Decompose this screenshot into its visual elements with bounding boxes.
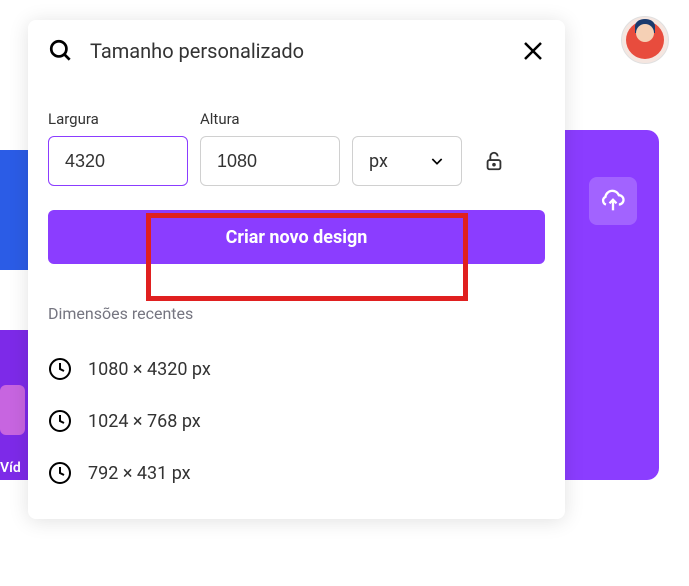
width-input[interactable] <box>48 136 188 186</box>
avatar[interactable] <box>621 16 669 64</box>
chevron-down-icon <box>429 153 445 169</box>
clock-icon <box>48 357 72 381</box>
width-label: Largura <box>48 110 188 128</box>
recent-item-label: 792 × 431 px <box>88 463 191 484</box>
recent-dimension-item[interactable]: 1024 × 768 px <box>48 395 545 447</box>
height-input[interactable] <box>200 136 340 186</box>
recent-dimensions-title: Dimensões recentes <box>48 304 545 323</box>
unit-select[interactable]: px <box>352 136 462 186</box>
clock-icon <box>48 461 72 485</box>
upload-button[interactable] <box>589 177 637 225</box>
recent-dimension-item[interactable]: 792 × 431 px <box>48 447 545 499</box>
lock-aspect-button[interactable] <box>474 150 514 172</box>
recent-item-label: 1080 × 4320 px <box>88 359 211 380</box>
recent-item-label: 1024 × 768 px <box>88 411 201 432</box>
bg-left-blue <box>0 150 30 270</box>
create-design-button[interactable]: Criar novo design <box>48 210 545 264</box>
upload-cloud-icon <box>599 187 627 215</box>
vid-label: Víd <box>0 460 21 476</box>
clock-icon <box>48 409 72 433</box>
recent-dimension-item[interactable]: 1080 × 4320 px <box>48 343 545 395</box>
bg-box <box>0 385 25 435</box>
lock-open-icon <box>483 150 505 172</box>
create-button-label: Criar novo design <box>226 227 368 248</box>
search-icon <box>48 38 74 64</box>
custom-size-modal: Tamanho personalizado Largura Altura px <box>28 20 565 519</box>
unit-value: px <box>369 151 388 172</box>
modal-title: Tamanho personalizado <box>90 39 505 63</box>
close-button[interactable] <box>521 39 545 63</box>
height-label: Altura <box>200 110 340 128</box>
